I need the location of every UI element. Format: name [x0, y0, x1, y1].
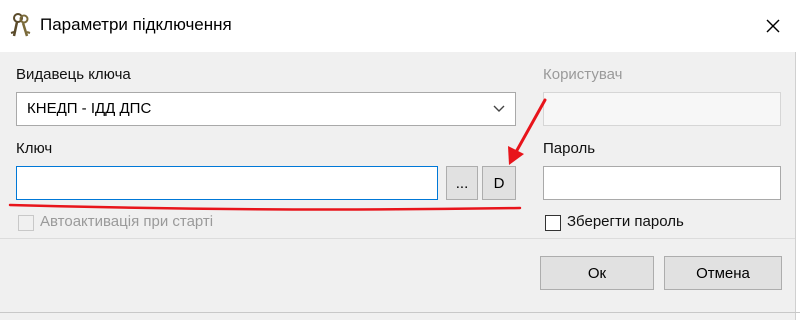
- annotation-arrow-head: [508, 146, 524, 165]
- annotation-arrow-shaft: [514, 98, 547, 154]
- annotation-underline: [8, 203, 522, 211]
- red-annotation: [8, 98, 547, 211]
- connection-settings-dialog: Параметри підключення Видавець ключа КНЕ…: [0, 0, 800, 320]
